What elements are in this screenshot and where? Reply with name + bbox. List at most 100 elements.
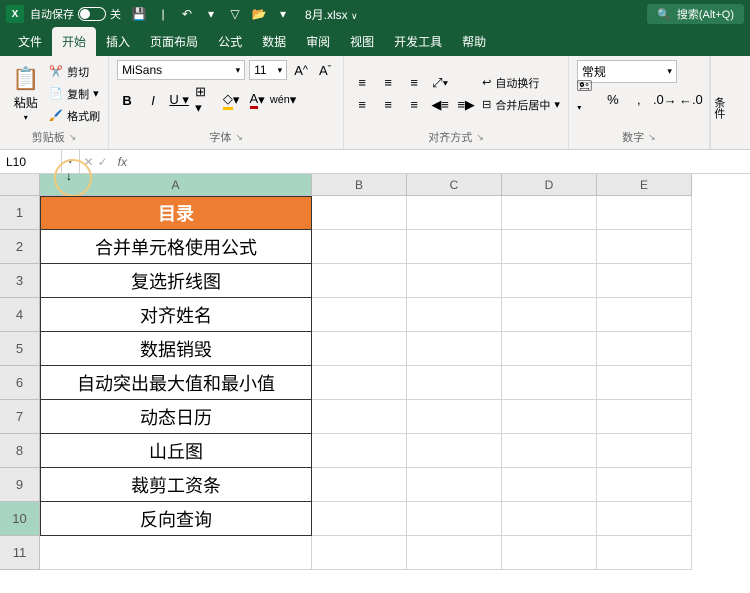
- cell-E4[interactable]: [597, 298, 692, 332]
- cell-B11[interactable]: [312, 536, 407, 570]
- col-header-D[interactable]: D: [502, 174, 597, 196]
- cell-A11[interactable]: [40, 536, 312, 570]
- cell-B9[interactable]: [312, 468, 407, 502]
- select-all-corner[interactable]: [0, 174, 40, 196]
- enter-formula-icon[interactable]: ✓: [98, 155, 108, 169]
- cell-A2[interactable]: 合并单元格使用公式: [40, 230, 312, 264]
- bold-button[interactable]: B: [117, 90, 137, 110]
- cell-B5[interactable]: [312, 332, 407, 366]
- fx-icon[interactable]: fx: [112, 155, 133, 169]
- align-top-icon[interactable]: ≡: [352, 73, 372, 93]
- filename[interactable]: 8月.xlsx ∨: [305, 6, 358, 23]
- cell-D11[interactable]: [502, 536, 597, 570]
- conditional-format-button[interactable]: 条件: [711, 97, 727, 119]
- row-header-10[interactable]: 10: [0, 502, 40, 536]
- underline-button[interactable]: U ▾: [169, 90, 189, 110]
- cell-C8[interactable]: [407, 434, 502, 468]
- col-header-B[interactable]: B: [312, 174, 407, 196]
- formula-input[interactable]: [133, 150, 750, 173]
- tab-view[interactable]: 视图: [340, 27, 384, 56]
- undo-icon[interactable]: ↶: [179, 6, 195, 22]
- cell-E5[interactable]: [597, 332, 692, 366]
- cell-B10[interactable]: [312, 502, 407, 536]
- increase-decimal-icon[interactable]: .0→: [655, 89, 675, 109]
- save-icon[interactable]: 💾: [131, 6, 147, 22]
- row-header-3[interactable]: 3: [0, 264, 40, 298]
- merge-center-button[interactable]: ⊟合并后居中 ▾: [482, 95, 560, 115]
- tab-developer[interactable]: 开发工具: [384, 27, 452, 56]
- cell-C2[interactable]: [407, 230, 502, 264]
- cell-D7[interactable]: [502, 400, 597, 434]
- cell-C10[interactable]: [407, 502, 502, 536]
- cell-B6[interactable]: [312, 366, 407, 400]
- cell-E1[interactable]: [597, 196, 692, 230]
- format-painter-button[interactable]: 🖌️格式刷: [49, 106, 100, 126]
- row-header-6[interactable]: 6: [0, 366, 40, 400]
- percent-button[interactable]: %: [603, 89, 623, 109]
- row-header-7[interactable]: 7: [0, 400, 40, 434]
- cell-A1[interactable]: 目录: [40, 196, 312, 230]
- cell-C4[interactable]: [407, 298, 502, 332]
- align-middle-icon[interactable]: ≡: [378, 73, 398, 93]
- number-dialog-launcher[interactable]: ↘: [648, 132, 656, 143]
- cell-E2[interactable]: [597, 230, 692, 264]
- cell-B3[interactable]: [312, 264, 407, 298]
- phonetic-button[interactable]: wén ▾: [273, 90, 293, 110]
- align-left-icon[interactable]: ≡: [352, 95, 372, 115]
- cell-E7[interactable]: [597, 400, 692, 434]
- cell-A3[interactable]: 复选折线图: [40, 264, 312, 298]
- cell-E9[interactable]: [597, 468, 692, 502]
- orientation-icon[interactable]: ⤢▾: [430, 73, 450, 93]
- tab-data[interactable]: 数据: [252, 27, 296, 56]
- cell-C7[interactable]: [407, 400, 502, 434]
- increase-font-icon[interactable]: A^: [291, 60, 311, 80]
- filter-icon[interactable]: ▽: [227, 6, 243, 22]
- cell-E8[interactable]: [597, 434, 692, 468]
- cell-C9[interactable]: [407, 468, 502, 502]
- cell-E10[interactable]: [597, 502, 692, 536]
- row-header-8[interactable]: 8: [0, 434, 40, 468]
- tab-home[interactable]: 开始: [52, 27, 96, 56]
- cell-C3[interactable]: [407, 264, 502, 298]
- font-name-select[interactable]: MiSans▾: [117, 60, 245, 80]
- col-header-E[interactable]: E: [597, 174, 692, 196]
- align-dialog-launcher[interactable]: ↘: [476, 132, 484, 143]
- cell-A4[interactable]: 对齐姓名: [40, 298, 312, 332]
- cell-B1[interactable]: [312, 196, 407, 230]
- tab-review[interactable]: 审阅: [296, 27, 340, 56]
- cell-C5[interactable]: [407, 332, 502, 366]
- tab-layout[interactable]: 页面布局: [140, 27, 208, 56]
- font-dialog-launcher[interactable]: ↘: [235, 132, 243, 143]
- cell-D6[interactable]: [502, 366, 597, 400]
- decrease-font-icon[interactable]: Aˇ: [315, 60, 335, 80]
- cell-B2[interactable]: [312, 230, 407, 264]
- autosave-toggle[interactable]: 自动保存 关: [30, 6, 121, 22]
- row-header-2[interactable]: 2: [0, 230, 40, 264]
- wrap-text-button[interactable]: ↩自动换行: [482, 73, 560, 93]
- qat-customize-icon[interactable]: ▾: [275, 6, 291, 22]
- redo-icon[interactable]: ▾: [203, 6, 219, 22]
- cell-D5[interactable]: [502, 332, 597, 366]
- cell-B4[interactable]: [312, 298, 407, 332]
- cell-D3[interactable]: [502, 264, 597, 298]
- cell-C1[interactable]: [407, 196, 502, 230]
- comma-button[interactable]: ,: [629, 89, 649, 109]
- cells-area[interactable]: 目录 合并单元格使用公式 复选折线图 对齐姓名 数据销毁 自动突出最大值和最小值…: [40, 196, 750, 570]
- cell-C6[interactable]: [407, 366, 502, 400]
- font-size-select[interactable]: 11▾: [249, 60, 287, 80]
- row-header-5[interactable]: 5: [0, 332, 40, 366]
- cell-B7[interactable]: [312, 400, 407, 434]
- cancel-formula-icon[interactable]: ✕: [84, 155, 94, 169]
- cell-A7[interactable]: 动态日历: [40, 400, 312, 434]
- tab-file[interactable]: 文件: [8, 27, 52, 56]
- decrease-decimal-icon[interactable]: ←.0: [681, 89, 701, 109]
- fill-color-button[interactable]: ◇▾: [221, 90, 241, 110]
- cell-C11[interactable]: [407, 536, 502, 570]
- align-right-icon[interactable]: ≡: [404, 95, 424, 115]
- name-box[interactable]: L10: [0, 150, 62, 173]
- currency-button[interactable]: 🖭▾: [577, 89, 597, 109]
- row-header-11[interactable]: 11: [0, 536, 40, 570]
- font-color-button[interactable]: A▾: [247, 90, 267, 110]
- align-center-icon[interactable]: ≡: [378, 95, 398, 115]
- cell-D2[interactable]: [502, 230, 597, 264]
